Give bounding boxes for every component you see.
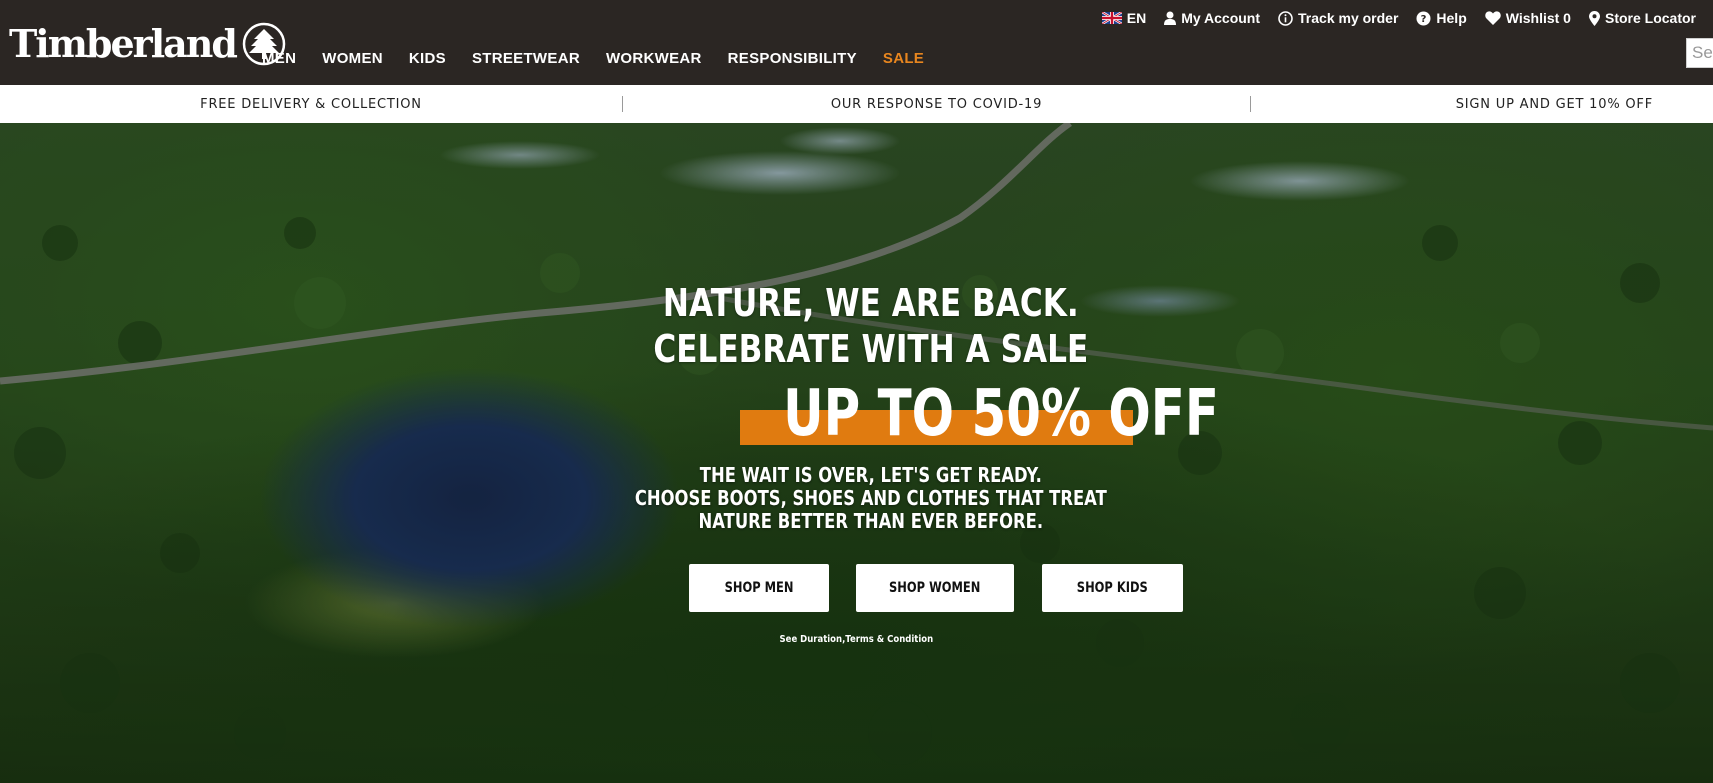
svg-text:?: ? [1421, 14, 1427, 25]
hero-banner: NATURE, WE ARE BACK. CELEBRATE WITH A SA… [0, 123, 1713, 783]
help-link[interactable]: ? Help [1416, 10, 1467, 26]
terms-label: See Duration,Terms & Condition [779, 634, 934, 645]
nav-item-streetwear[interactable]: STREETWEAR [472, 50, 580, 67]
promo-bar: FREE DELIVERY & COLLECTION OUR RESPONSE … [0, 85, 1713, 123]
shop-men-label: SHOP MEN [724, 580, 794, 596]
wishlist-link[interactable]: Wishlist 0 [1485, 10, 1571, 26]
nav-item-men[interactable]: MEN [262, 50, 296, 67]
offer-text: UP TO 50% OFF [783, 377, 1219, 451]
logo-wordmark: Timberland [9, 21, 238, 66]
track-order-link[interactable]: Track my order [1278, 10, 1398, 26]
uk-flag-icon [1101, 12, 1122, 24]
timberland-logo[interactable]: Timberland [9, 22, 286, 66]
promo-covid-response[interactable]: OUR RESPONSE TO COVID-19 [623, 97, 1250, 112]
track-order-label: Track my order [1298, 10, 1399, 26]
user-icon [1164, 11, 1177, 25]
store-locator-label: Store Locator [1604, 10, 1696, 26]
search-input[interactable]: Search [1686, 38, 1713, 68]
nav-item-workwear[interactable]: WORKWEAR [606, 50, 702, 67]
nav-item-sale[interactable]: SALE [883, 50, 924, 67]
store-locator-link[interactable]: Store Locator [1588, 10, 1696, 26]
shop-women-button[interactable]: SHOP WOMEN [856, 564, 1014, 612]
hero-subtext-line-2: CHOOSE BOOTS, SHOES AND CLOTHES THAT TRE… [634, 486, 1107, 510]
shop-women-label: SHOP WOMEN [889, 580, 981, 596]
hero-content: NATURE, WE ARE BACK. CELEBRATE WITH A SA… [0, 123, 1713, 783]
info-circle-icon [1278, 10, 1293, 26]
shop-kids-label: SHOP KIDS [1076, 580, 1149, 596]
nav-item-women[interactable]: WOMEN [322, 50, 383, 67]
hero-offer: UP TO 50% OFF [740, 377, 1219, 451]
wishlist-label: Wishlist 0 [1505, 10, 1571, 26]
nav-item-responsibility[interactable]: RESPONSIBILITY [728, 50, 857, 67]
my-account-link[interactable]: My Account [1164, 10, 1260, 26]
help-label: Help [1436, 10, 1467, 26]
shop-kids-button[interactable]: SHOP KIDS [1042, 564, 1183, 612]
hero-headline-line-1: NATURE, WE ARE BACK. [662, 281, 1079, 325]
hero-subtext-line-3: NATURE BETTER THAN EVER BEFORE. [698, 509, 1044, 533]
my-account-label: My Account [1181, 10, 1261, 26]
language-selector[interactable]: EN [1101, 10, 1147, 26]
shop-men-button[interactable]: SHOP MEN [689, 564, 829, 612]
terms-link[interactable]: See Duration,Terms & Condition [0, 634, 1713, 645]
utility-nav: EN My Account Track my order ? Help Wish… [1101, 8, 1713, 28]
promo-signup-offer[interactable]: SIGN UP AND GET 10% OFF [1251, 97, 1713, 112]
hero-headline-line-2: CELEBRATE WITH A SALE [653, 327, 1089, 371]
language-label: EN [1126, 10, 1147, 26]
main-nav: MEN WOMEN KIDS STREETWEAR WORKWEAR RESPO… [262, 50, 950, 67]
help-circle-icon: ? [1416, 11, 1431, 25]
hero-subtext-line-1: THE WAIT IS OVER, LET'S GET READY. [699, 463, 1042, 487]
promo-free-delivery[interactable]: FREE DELIVERY & COLLECTION [0, 97, 622, 112]
nav-item-kids[interactable]: KIDS [409, 50, 446, 67]
site-header: Timberland EN My Account Track my order … [0, 0, 1713, 85]
map-pin-icon [1588, 10, 1600, 26]
heart-icon [1485, 11, 1501, 25]
